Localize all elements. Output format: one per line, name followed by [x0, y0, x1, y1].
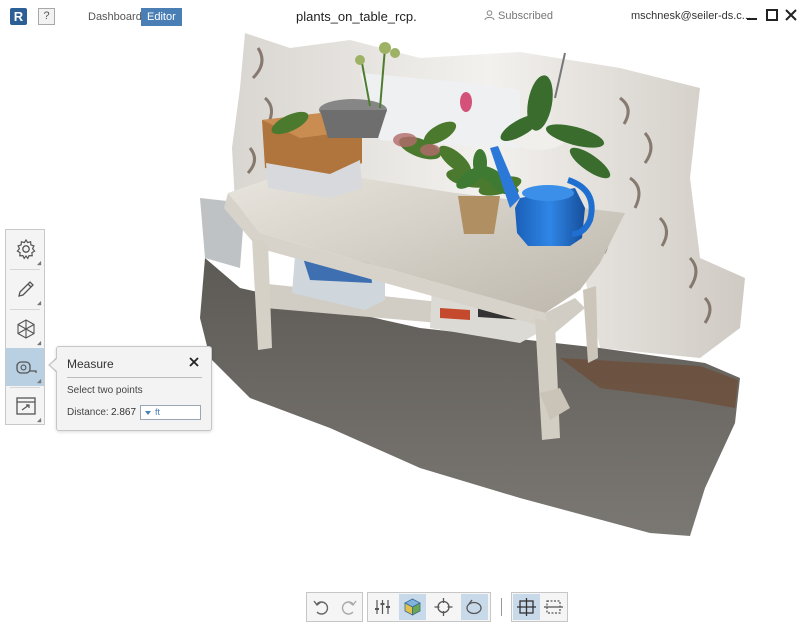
subscription-label: Subscribed	[498, 10, 554, 22]
undo-icon	[313, 600, 329, 615]
maximize-icon[interactable]	[766, 9, 778, 21]
measure-tool-button[interactable]	[6, 348, 44, 386]
mesh-tool-button[interactable]	[6, 310, 44, 348]
view-group	[367, 592, 491, 622]
settings-tool-button[interactable]	[6, 230, 44, 268]
minimize-icon[interactable]	[746, 9, 758, 21]
tab-dashboard[interactable]: Dashboard	[82, 8, 148, 26]
distance-value: 2.867	[111, 407, 137, 418]
unit-value: ft	[155, 407, 161, 417]
sliders-icon	[375, 600, 390, 614]
tape-icon	[466, 599, 482, 615]
fit-frame-icon	[517, 598, 536, 616]
dropdown-arrow-icon	[145, 411, 151, 415]
app-logo[interactable]: R	[10, 8, 27, 25]
cube-icon	[404, 598, 421, 616]
target-button[interactable]	[430, 594, 457, 620]
submenu-caret-icon	[36, 340, 42, 346]
left-toolbar	[5, 229, 45, 425]
measure-panel: Measure Select two points Distance: 2.86…	[56, 346, 212, 431]
distance-label: Distance:	[67, 407, 109, 418]
subscription-status[interactable]: Subscribed	[484, 10, 553, 22]
submenu-caret-icon	[36, 417, 42, 423]
tape-measure-icon	[16, 361, 37, 374]
hexagon-mesh-icon	[17, 319, 35, 339]
help-button[interactable]: ?	[38, 8, 55, 25]
toolbar-separator	[501, 598, 502, 616]
redo-button[interactable]	[335, 594, 362, 620]
redo-icon	[341, 600, 357, 615]
submenu-caret-icon	[36, 260, 42, 266]
view-cube-button[interactable]	[399, 594, 426, 620]
pencil-icon	[18, 281, 34, 297]
submenu-caret-icon	[36, 300, 42, 306]
document-title: plants_on_table_rcp.	[296, 9, 417, 24]
edit-tool-button[interactable]	[6, 270, 44, 308]
tab-editor[interactable]: Editor	[141, 8, 182, 26]
measure-instructions: Select two points	[67, 385, 143, 396]
measure-mode-button[interactable]	[461, 594, 488, 620]
measure-panel-title: Measure	[67, 357, 114, 371]
point-cloud-scene	[200, 33, 745, 536]
crosshair-icon	[434, 598, 453, 616]
selection-group	[511, 592, 568, 622]
unit-select[interactable]: ft	[140, 405, 201, 420]
close-icon[interactable]	[188, 356, 200, 368]
adjust-button[interactable]	[369, 594, 396, 620]
region-select-button[interactable]	[540, 594, 567, 620]
close-icon[interactable]	[785, 9, 797, 21]
user-account[interactable]: mschnesk@seiler-ds.c...	[631, 10, 751, 22]
divider	[67, 377, 202, 378]
gear-icon	[16, 238, 36, 260]
undo-button[interactable]	[308, 594, 335, 620]
person-icon	[484, 10, 495, 20]
panel-pointer-fill	[50, 358, 58, 372]
3d-viewport[interactable]	[0, 28, 800, 588]
region-select-icon	[544, 600, 563, 614]
export-tool-button[interactable]	[6, 387, 44, 425]
export-icon	[16, 397, 36, 415]
fit-view-button[interactable]	[513, 594, 540, 620]
submenu-caret-icon	[36, 378, 42, 384]
history-group	[306, 592, 363, 622]
